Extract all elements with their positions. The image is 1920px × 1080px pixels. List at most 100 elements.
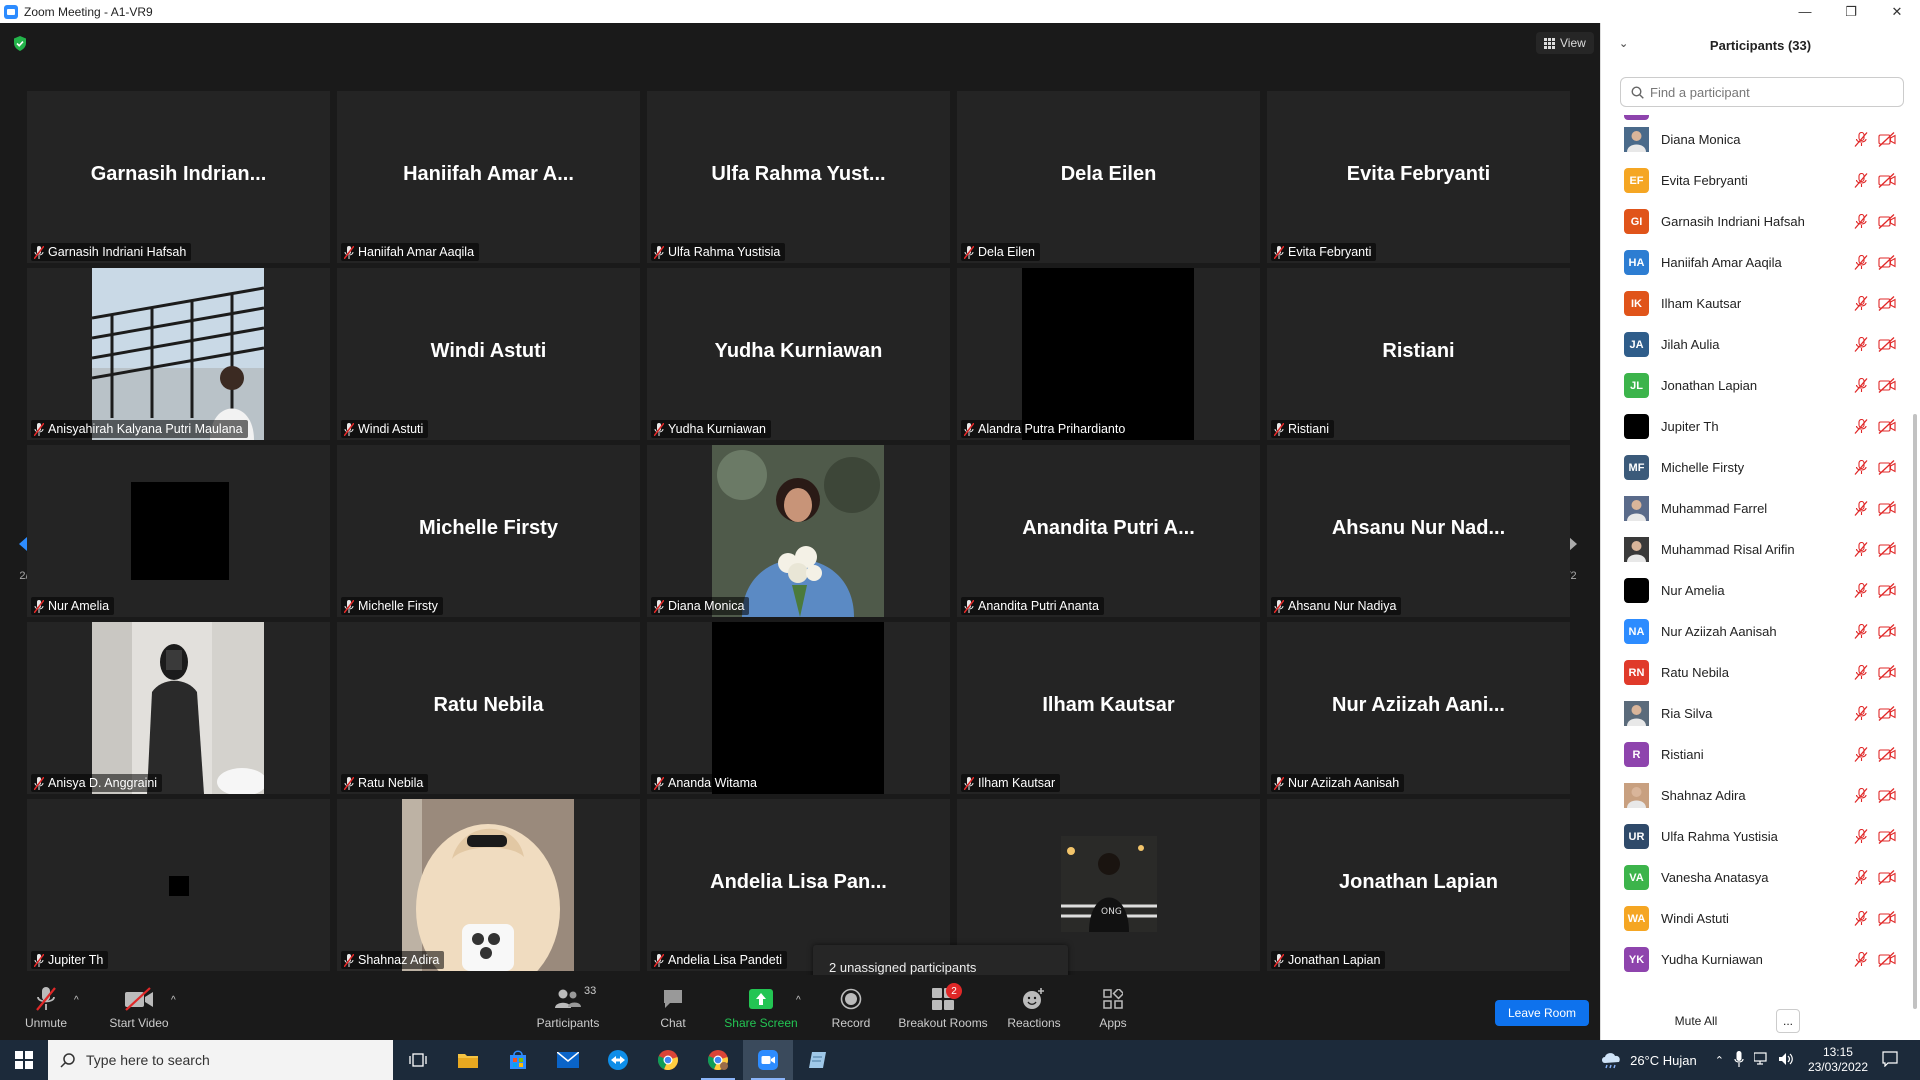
taskbar-teamviewer[interactable]: [593, 1040, 643, 1080]
muted-microphone-icon[interactable]: [1854, 337, 1868, 352]
participant-row[interactable]: VA Vanesha Anatasya: [1601, 857, 1911, 898]
taskbar-chrome[interactable]: [643, 1040, 693, 1080]
video-tile[interactable]: Nur Aziizah Aani... Nur Aziizah Aanisah: [1267, 622, 1570, 794]
muted-microphone-icon[interactable]: [1854, 378, 1868, 393]
video-tile[interactable]: Ilham Kautsar Ilham Kautsar: [957, 622, 1260, 794]
video-tile[interactable]: Diana Monica: [647, 445, 950, 617]
notification-center-icon[interactable]: [1882, 1050, 1898, 1070]
muted-microphone-icon[interactable]: [1854, 911, 1868, 926]
muted-microphone-icon[interactable]: [1854, 173, 1868, 188]
video-off-icon[interactable]: [1878, 952, 1896, 967]
participant-row[interactable]: JL Jonathan Lapian: [1601, 365, 1911, 406]
participant-row[interactable]: MF Michelle Firsty: [1601, 447, 1911, 488]
video-off-icon[interactable]: [1878, 706, 1896, 721]
weather-text[interactable]: 26°C Hujan: [1630, 1053, 1697, 1068]
participant-row[interactable]: RN Ratu Nebila: [1601, 652, 1911, 693]
video-tile[interactable]: Michelle Firsty Michelle Firsty: [337, 445, 640, 617]
muted-microphone-icon[interactable]: [1854, 952, 1868, 967]
encryption-shield-icon[interactable]: [13, 36, 27, 51]
video-off-icon[interactable]: [1878, 378, 1896, 393]
muted-microphone-icon[interactable]: [1854, 788, 1868, 803]
record-button[interactable]: Record: [826, 975, 876, 1040]
video-off-icon[interactable]: [1878, 501, 1896, 516]
video-tile[interactable]: Jupiter Th: [27, 799, 330, 971]
taskbar-zoom[interactable]: [743, 1040, 793, 1080]
taskbar-store[interactable]: [493, 1040, 543, 1080]
video-off-icon[interactable]: [1878, 747, 1896, 762]
participant-row[interactable]: Muhammad Farrel: [1601, 488, 1911, 529]
video-tile[interactable]: Shahnaz Adira: [337, 799, 640, 971]
video-tile[interactable]: Anisya D. Anggraini: [27, 622, 330, 794]
video-off-icon[interactable]: [1878, 624, 1896, 639]
share-options-caret-icon[interactable]: ^: [796, 995, 801, 1006]
video-off-icon[interactable]: [1878, 665, 1896, 680]
muted-microphone-icon[interactable]: [1854, 460, 1868, 475]
video-tile[interactable]: Dela Eilen Dela Eilen: [957, 91, 1260, 263]
video-tile[interactable]: Garnasih Indrian... Garnasih Indriani Haf…: [27, 91, 330, 263]
tray-chevron-up-icon[interactable]: ⌃: [1715, 1054, 1724, 1067]
video-tile[interactable]: Ananda Witama: [647, 622, 950, 794]
video-tile[interactable]: Ulfa Rahma Yust... Ulfa Rahma Yustisia: [647, 91, 950, 263]
participant-row[interactable]: Muhammad Risal Arifin: [1601, 529, 1911, 570]
video-off-icon[interactable]: [1878, 214, 1896, 229]
participant-row[interactable]: R Ristiani: [1601, 734, 1911, 775]
video-options-caret-icon[interactable]: ^: [171, 995, 176, 1006]
video-off-icon[interactable]: [1878, 583, 1896, 598]
participants-scrollbar[interactable]: [1912, 119, 1918, 1009]
video-off-icon[interactable]: [1878, 911, 1896, 926]
network-icon[interactable]: [1753, 1051, 1770, 1069]
taskbar-file-explorer[interactable]: [443, 1040, 493, 1080]
minimize-button[interactable]: —: [1782, 0, 1828, 23]
participant-row[interactable]: HA Haniifah Amar Aaqila: [1601, 242, 1911, 283]
breakout-rooms-button[interactable]: 2 Breakout Rooms: [896, 975, 990, 1040]
participant-row[interactable]: UR Ulfa Rahma Yustisia: [1601, 816, 1911, 857]
view-button[interactable]: View: [1536, 32, 1594, 54]
start-video-button[interactable]: Start Video: [104, 975, 174, 1040]
share-screen-button[interactable]: Share Screen: [720, 975, 802, 1040]
participant-row[interactable]: GI Garnasih Indriani Hafsah: [1601, 201, 1911, 242]
leave-room-button[interactable]: Leave Room: [1495, 1000, 1589, 1026]
taskbar-search[interactable]: Type here to search: [48, 1040, 393, 1080]
mute-all-button[interactable]: Mute All: [1661, 1009, 1731, 1033]
video-off-icon[interactable]: [1878, 829, 1896, 844]
video-tile[interactable]: Windi Astuti Windi Astuti: [337, 268, 640, 440]
video-tile[interactable]: Anandita Putri A... Anandita Putri Ananta: [957, 445, 1260, 617]
participant-row[interactable]: Diana Monica: [1601, 119, 1911, 160]
microphone-tray-icon[interactable]: [1734, 1050, 1744, 1070]
video-tile[interactable]: Evita Febryanti Evita Febryanti: [1267, 91, 1570, 263]
muted-microphone-icon[interactable]: [1854, 665, 1868, 680]
video-off-icon[interactable]: [1878, 337, 1896, 352]
maximize-button[interactable]: ❐: [1828, 0, 1874, 23]
apps-button[interactable]: Apps: [1092, 975, 1134, 1040]
muted-microphone-icon[interactable]: [1854, 706, 1868, 721]
video-off-icon[interactable]: [1878, 788, 1896, 803]
participant-row[interactable]: Nur Amelia: [1601, 570, 1911, 611]
video-tile[interactable]: Ratu Nebila Ratu Nebila: [337, 622, 640, 794]
muted-microphone-icon[interactable]: [1854, 583, 1868, 598]
muted-microphone-icon[interactable]: [1854, 542, 1868, 557]
participant-row[interactable]: JA Jilah Aulia: [1601, 324, 1911, 365]
video-tile[interactable]: Yudha Kurniawan Yudha Kurniawan: [647, 268, 950, 440]
video-off-icon[interactable]: [1878, 870, 1896, 885]
participant-row[interactable]: Jupiter Th: [1601, 406, 1911, 447]
muted-microphone-icon[interactable]: [1854, 747, 1868, 762]
video-off-icon[interactable]: [1878, 460, 1896, 475]
audio-options-caret-icon[interactable]: ^: [74, 995, 79, 1006]
muted-microphone-icon[interactable]: [1854, 624, 1868, 639]
video-tile[interactable]: Ahsanu Nur Nad... Ahsanu Nur Nadiya: [1267, 445, 1570, 617]
participant-row[interactable]: Ria Silva: [1601, 693, 1911, 734]
participant-row[interactable]: IK Ilham Kautsar: [1601, 283, 1911, 324]
chat-button[interactable]: Chat: [648, 975, 698, 1040]
video-off-icon[interactable]: [1878, 419, 1896, 434]
task-view-button[interactable]: [393, 1040, 443, 1080]
video-off-icon[interactable]: [1878, 542, 1896, 557]
muted-microphone-icon[interactable]: [1854, 870, 1868, 885]
video-tile[interactable]: Haniifah Amar A... Haniifah Amar Aaqila: [337, 91, 640, 263]
unmute-button[interactable]: Unmute: [18, 975, 74, 1040]
scrollbar-thumb[interactable]: [1913, 414, 1917, 1009]
taskbar-chrome-profile[interactable]: [693, 1040, 743, 1080]
participant-row[interactable]: EF Evita Febryanti: [1601, 160, 1911, 201]
video-tile[interactable]: Nur Amelia: [27, 445, 330, 617]
muted-microphone-icon[interactable]: [1854, 501, 1868, 516]
reactions-button[interactable]: Reactions: [1004, 975, 1064, 1040]
